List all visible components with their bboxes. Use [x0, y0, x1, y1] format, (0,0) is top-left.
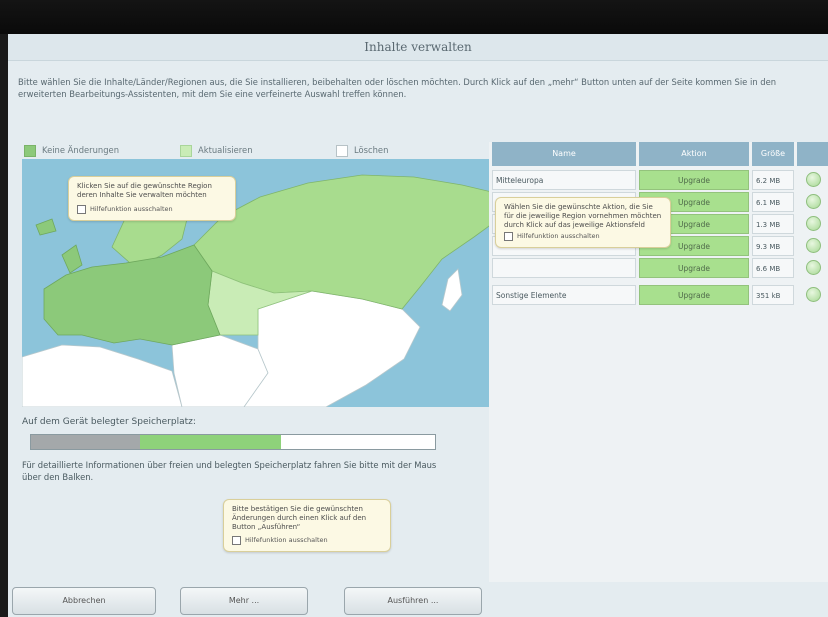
table-help-checkbox[interactable] — [504, 232, 513, 241]
row-action-button[interactable]: Upgrade — [639, 285, 749, 305]
confirm-help-tooltip: Bitte bestätigen Sie die gewünschten Änd… — [223, 499, 391, 552]
row-info-icon[interactable] — [806, 287, 821, 302]
row-size: 9.3 MB — [752, 236, 794, 256]
legend-label: Keine Änderungen — [42, 145, 120, 155]
row-info-icon[interactable] — [806, 260, 821, 275]
legend-swatch — [24, 145, 36, 157]
legend-swatch — [180, 145, 192, 157]
row-size: 351 kB — [752, 285, 794, 305]
table-help-checkbox-label: Hilfefunktion ausschalten — [517, 232, 600, 240]
more-button[interactable]: Mehr ... — [180, 587, 308, 615]
column-header-name[interactable]: Name — [492, 142, 636, 166]
content-manager-window: Inhalte verwalten Bitte wählen Sie die I… — [8, 34, 828, 617]
confirm-help-checkbox-row[interactable]: Hilfefunktion ausschalten — [232, 536, 382, 546]
region-table: Name Aktion Größe Mitteleuropa Upgrade 6… — [489, 142, 828, 582]
row-info-icon[interactable] — [806, 172, 821, 187]
row-info-icon[interactable] — [806, 238, 821, 253]
table-help-text: Wählen Sie die gewünschte Aktion, die Si… — [504, 203, 662, 229]
top-black-bar — [0, 0, 828, 34]
table-row[interactable]: Upgrade 6.6 MB — [489, 257, 828, 279]
row-size: 6.2 MB — [752, 170, 794, 190]
confirm-help-checkbox[interactable] — [232, 536, 241, 545]
map-help-checkbox-row[interactable]: Hilfefunktion ausschalten — [77, 205, 227, 215]
row-size: 6.1 MB — [752, 192, 794, 212]
intro-text: Bitte wählen Sie die Inhalte/Länder/Regi… — [18, 77, 777, 99]
table-row[interactable]: Sonstige Elemente Upgrade 351 kB — [489, 284, 828, 306]
row-name: Mitteleuropa — [492, 170, 636, 190]
table-row[interactable]: Mitteleuropa Upgrade 6.2 MB — [489, 169, 828, 191]
legend-label: Löschen — [354, 145, 389, 155]
row-info-icon[interactable] — [806, 216, 821, 231]
execute-button[interactable]: Ausführen ... — [344, 587, 482, 615]
column-header-size[interactable]: Größe — [752, 142, 794, 166]
storage-used-fill — [31, 435, 140, 449]
legend-swatch — [336, 145, 348, 157]
row-info-icon[interactable] — [806, 194, 821, 209]
confirm-help-text: Bitte bestätigen Sie die gewünschten Änd… — [232, 505, 367, 531]
row-size: 1.3 MB — [752, 214, 794, 234]
cancel-button[interactable]: Abbrechen — [12, 587, 156, 615]
legend-label: Aktualisieren — [198, 145, 253, 155]
row-size: 6.6 MB — [752, 258, 794, 278]
confirm-help-checkbox-label: Hilfefunktion ausschalten — [245, 536, 328, 544]
column-header-action[interactable]: Aktion — [639, 142, 749, 166]
storage-label: Auf dem Gerät belegter Speicherplatz: — [22, 417, 196, 427]
row-action-button[interactable]: Upgrade — [639, 258, 749, 278]
row-action-button[interactable]: Upgrade — [639, 170, 749, 190]
row-name — [492, 258, 636, 278]
map-help-tooltip: Klicken Sie auf die gewünschte Region de… — [68, 176, 236, 221]
column-header-extra — [797, 142, 828, 166]
storage-pending-fill — [140, 435, 281, 449]
map-help-checkbox[interactable] — [77, 205, 86, 214]
table-help-checkbox-row[interactable]: Hilfefunktion ausschalten — [504, 232, 662, 242]
page-title: Inhalte verwalten — [8, 34, 828, 61]
storage-info-text: Für detaillierte Informationen über frei… — [22, 460, 437, 482]
map-help-text: Klicken Sie auf die gewünschte Region de… — [77, 182, 212, 199]
table-help-tooltip: Wählen Sie die gewünschte Aktion, die Si… — [495, 197, 671, 248]
row-name: Sonstige Elemente — [492, 285, 636, 305]
storage-bar[interactable] — [30, 434, 436, 450]
map-help-checkbox-label: Hilfefunktion ausschalten — [90, 205, 173, 213]
